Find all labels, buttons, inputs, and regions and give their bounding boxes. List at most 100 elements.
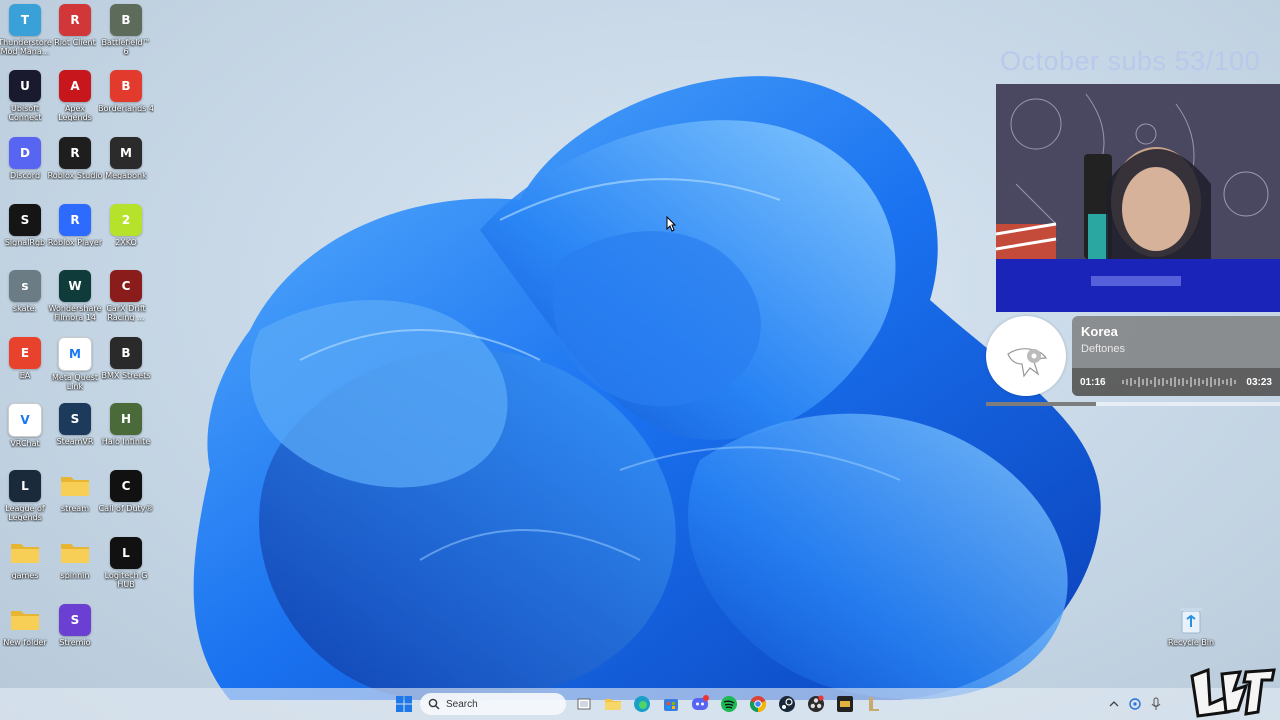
obs-icon <box>808 695 824 712</box>
desktop-icon[interactable]: T Thunderstore Mod Mana... <box>0 4 52 68</box>
desktop-icon[interactable]: S SignalRgb <box>0 204 50 268</box>
store-icon <box>664 699 678 711</box>
desktop-icon[interactable]: M Meta Quest Link <box>50 337 100 401</box>
desktop-icon-label: Ubisoft Connect <box>8 104 42 122</box>
desktop-icon[interactable]: S SteamVR <box>50 403 100 467</box>
album-art-icon <box>1007 348 1048 378</box>
track-progress-bar <box>986 402 1280 406</box>
league-taskbar-button[interactable] <box>864 694 884 714</box>
desktop-icon[interactable]: U Ubisoft Connect <box>0 70 50 134</box>
desktop-icon[interactable]: L League of Legends <box>0 470 50 534</box>
desktop-icon-label: Riot Client <box>54 38 96 47</box>
edge-button[interactable] <box>632 694 652 714</box>
carx-icon: C <box>110 270 142 302</box>
store-button[interactable] <box>661 694 681 714</box>
meta-quest-icon: M <box>58 337 92 371</box>
desktop-icon[interactable]: games <box>0 537 50 601</box>
desktop-icon-label: Call of Duty® <box>98 504 154 513</box>
desktop-icon-label: SignalRgb <box>4 238 46 247</box>
search-icon <box>428 698 440 710</box>
waveform-graphic <box>1122 377 1236 387</box>
track-progress-row: 01:16 03:23 <box>1072 368 1280 396</box>
desktop-icon-label: spinnin <box>60 571 90 580</box>
recycle-bin-icon <box>1175 604 1207 636</box>
folder-icon <box>9 537 41 569</box>
obs-button[interactable] <box>806 694 826 714</box>
discord-icon: D <box>9 137 41 169</box>
desktop-icon[interactable]: V VRChat <box>0 403 50 467</box>
network-icon[interactable] <box>1128 697 1142 711</box>
now-playing-widget: Korea Deftones 01:16 03:23 <box>984 314 1280 408</box>
bmx-streets-icon: B <box>110 337 142 369</box>
desktop-icon[interactable]: R Roblox Studio <box>47 137 103 201</box>
desktop-icon[interactable]: spinnin <box>50 537 100 601</box>
desktop-icon[interactable]: W Wondershare Filmora 14 <box>49 270 101 334</box>
desktop-icon-label: League of Legends <box>5 504 45 522</box>
megabonk-taskbar-button[interactable] <box>835 694 855 714</box>
streamer-logo <box>1190 667 1276 718</box>
steamvr-icon: S <box>59 403 91 435</box>
desktop-icon[interactable]: A Apex Legends <box>50 70 100 134</box>
desktop-icon-label: Discord <box>9 171 41 180</box>
desktop-icon[interactable]: New folder <box>0 604 50 668</box>
desktop-icon[interactable]: B Borderlands 4 <box>98 70 154 134</box>
desktop-icon[interactable]: R Roblox Player <box>48 204 102 268</box>
stremio-icon: S <box>59 604 91 636</box>
desktop-icon-label: games <box>11 571 39 580</box>
desktop-icon[interactable]: 2 2XKO <box>101 204 151 268</box>
taskbar-search-box[interactable]: Search <box>420 693 566 715</box>
desktop-icon[interactable]: R Riot Client <box>50 4 100 68</box>
desktop-icon[interactable]: B Battlefield™ 6 <box>101 4 151 68</box>
mouse-cursor-icon <box>666 216 676 232</box>
webcam-overlay <box>996 84 1280 312</box>
steam-button[interactable] <box>777 694 797 714</box>
ea-icon: E <box>9 337 41 369</box>
subs-goal-text: October subs 53/100 <box>1000 46 1261 76</box>
league-icon: L <box>9 470 41 502</box>
chrome-button[interactable] <box>748 694 768 714</box>
desktop-icon-label: SteamVR <box>56 437 94 446</box>
desktop-icon-label: Roblox Studio <box>47 171 103 180</box>
recycle-bin[interactable]: Recycle Bin <box>1166 604 1216 668</box>
desktop-icon-label: Megabonk <box>105 171 147 180</box>
borderlands-icon: B <box>110 70 142 102</box>
desktop-icon[interactable]: H Halo Infinite <box>101 403 151 467</box>
desktop-icon[interactable]: E EA <box>0 337 50 401</box>
start-button[interactable] <box>394 694 414 714</box>
apex-icon: A <box>59 70 91 102</box>
desktop-icon-label: Thunderstore Mod Mana... <box>0 38 52 56</box>
desktop-icon[interactable]: S Stremio <box>50 604 100 668</box>
desktop-icon[interactable]: stream <box>50 470 100 534</box>
desktop-icon[interactable]: C Call of Duty® <box>98 470 154 534</box>
task-view-button[interactable] <box>574 694 594 714</box>
desktop-icon[interactable]: B BMX Streets <box>101 337 151 401</box>
battlefield-icon: B <box>110 4 142 36</box>
microphone-icon[interactable] <box>1150 697 1162 711</box>
desktop-icon-label: VRChat <box>10 439 40 448</box>
roblox-player-icon: R <box>59 204 91 236</box>
desktop-icon-label: 2XKO <box>115 238 137 247</box>
desktop-icon[interactable]: L Logitech G HUB <box>101 537 151 601</box>
edge-icon <box>634 696 650 712</box>
desktop-icon[interactable]: D Discord <box>0 137 50 201</box>
desktop-icon[interactable]: s skate. <box>0 270 50 334</box>
desktop-icon-label: stream <box>60 504 90 513</box>
desktop-icon[interactable]: C CarX Drift Racing ... <box>101 270 151 334</box>
search-label: Search <box>446 698 478 710</box>
track-elapsed-time: 01:16 <box>1080 377 1106 388</box>
signalrgb-icon: S <box>9 204 41 236</box>
file-explorer-button[interactable] <box>603 694 623 714</box>
chevron-up-icon[interactable] <box>1108 698 1120 710</box>
spotify-button[interactable] <box>719 694 739 714</box>
discord-taskbar-button[interactable] <box>690 694 710 714</box>
2xko-icon: 2 <box>110 204 142 236</box>
desktop-icon-label: Stremio <box>59 638 91 647</box>
task-view-icon <box>577 698 591 710</box>
desktop-icon[interactable]: M Megabonk <box>101 137 151 201</box>
roblox-studio-icon: R <box>59 137 91 169</box>
riot-client-icon: R <box>59 4 91 36</box>
desktop-icon-label: Halo Infinite <box>101 437 151 446</box>
desktop-icon-label: EA <box>19 371 31 380</box>
track-total-time: 03:23 <box>1246 377 1272 388</box>
vrchat-icon: V <box>8 403 42 437</box>
